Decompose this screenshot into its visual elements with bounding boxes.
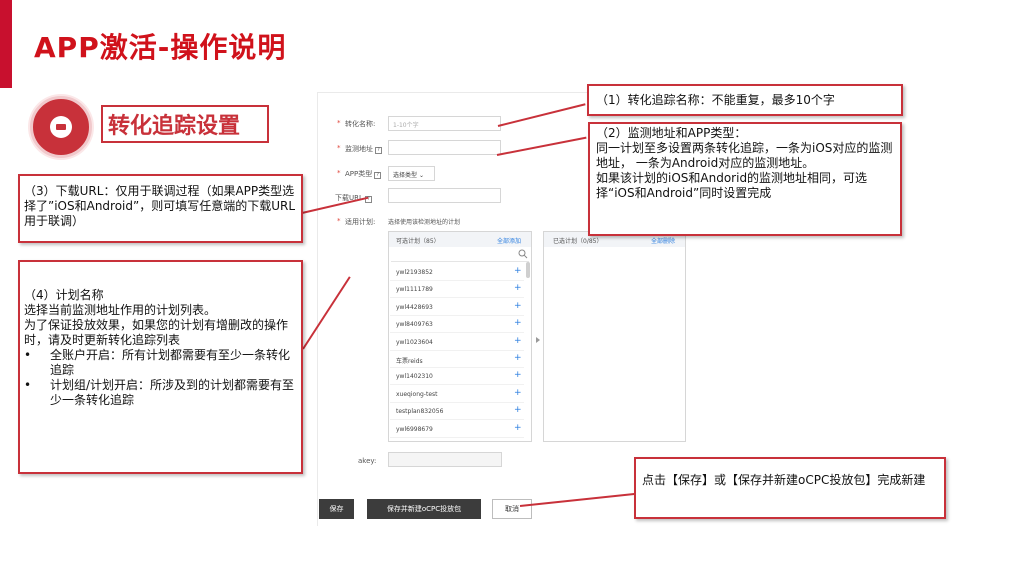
plan-name: ywl1023604 xyxy=(396,338,433,346)
required-mark: * xyxy=(337,119,341,127)
add-plan-icon[interactable]: + xyxy=(514,423,522,433)
plan-name: xueqiong-test xyxy=(396,390,438,398)
required-mark: * xyxy=(337,217,341,225)
plan-name: ywl1111789 xyxy=(396,286,433,294)
plan-row[interactable]: ywl4428693 + xyxy=(390,301,524,316)
plan-row[interactable]: ywl8409763 + xyxy=(390,318,524,334)
transfer-arrow-icon[interactable] xyxy=(536,337,540,343)
plans-label: 适用计划: xyxy=(345,218,376,226)
plan-name: ywl2193852 xyxy=(396,269,433,276)
remove-all-link[interactable]: 全部删除 xyxy=(651,236,675,245)
slide-title: APP激活-操作说明 xyxy=(34,31,287,64)
name-input[interactable]: 1-10个字 xyxy=(388,116,501,131)
plan-row[interactable]: ywl6998679 + xyxy=(390,423,524,438)
akey-input[interactable] xyxy=(388,452,502,467)
download-url-input[interactable] xyxy=(388,188,501,203)
add-plan-icon[interactable]: + xyxy=(514,371,522,380)
add-plan-icon[interactable]: + xyxy=(514,267,522,276)
callout-name-text: （1）转化追踪名称：不能重复，最多10个字 xyxy=(596,93,835,107)
add-plan-icon[interactable]: + xyxy=(514,354,522,363)
akey-label: akey: xyxy=(358,457,377,465)
callout-save-text: 点击【保存】或【保存并新建oCPC投放包】完成新建 xyxy=(642,473,926,487)
callout-plan-name-text: （4）计划名称 选择当前监测地址作用的计划列表。 为了保证投放效果，如果您的计划… xyxy=(24,288,295,407)
add-plan-icon[interactable]: + xyxy=(514,319,522,328)
plan-name: ywl6998679 xyxy=(396,425,433,433)
plan-name: ywl1402310 xyxy=(396,373,433,381)
bullet: • xyxy=(24,378,32,392)
list-scrollbar[interactable] xyxy=(526,262,530,278)
app-type-select[interactable]: 选择类型 ⌄ xyxy=(388,166,435,181)
monitor-url-input[interactable] xyxy=(388,140,501,155)
message-icon xyxy=(30,96,92,158)
add-plan-icon[interactable]: + xyxy=(514,336,522,346)
add-plan-icon[interactable]: + xyxy=(514,284,522,293)
plan-name: ywl4428693 xyxy=(396,303,433,311)
callout-download-url-text: （3）下载URL：仅用于联调过程（如果APP类型选择了”iOS和Android”… xyxy=(24,184,296,228)
plan-name: 车票reids xyxy=(396,358,423,365)
section-title: 转化追踪设置 xyxy=(108,114,241,139)
plan-row[interactable]: xueqiong-test + xyxy=(390,388,524,403)
accent-bar xyxy=(0,0,12,88)
name-label: 转化名称: xyxy=(345,120,376,128)
add-plan-icon[interactable]: + xyxy=(514,388,522,398)
help-icon[interactable]: ? xyxy=(374,172,382,179)
callout-save xyxy=(634,457,946,519)
plan-row[interactable]: 车票reids + xyxy=(390,353,524,368)
plan-row[interactable]: ywl1023604 + xyxy=(390,336,524,351)
plan-row[interactable]: ywl1111789 + xyxy=(390,283,524,299)
search-icon[interactable] xyxy=(518,249,528,259)
plan-row[interactable]: testplan832056 + xyxy=(390,405,524,421)
help-icon[interactable]: ? xyxy=(375,147,382,154)
plan-name: testplan832056 xyxy=(396,408,444,416)
save-and-new-button[interactable]: 保存并新建oCPC投放包 xyxy=(367,499,481,519)
callout-monitor-url-text: （2）监测地址和APP类型： 同一计划至多设置两条转化追踪，一条为iOS对应的监… xyxy=(596,126,893,200)
add-plan-icon[interactable]: + xyxy=(514,406,522,415)
plan-search-input[interactable] xyxy=(391,248,529,262)
bullet: • xyxy=(24,348,32,362)
available-plans-title: 可选计划（85） xyxy=(396,238,440,245)
plan-row[interactable]: ywl2193852 + xyxy=(390,266,524,281)
required-mark: * xyxy=(337,144,341,152)
selected-plans-list xyxy=(543,231,686,442)
monitor-url-label: 监测地址? xyxy=(345,144,382,154)
cancel-button[interactable]: 取消 xyxy=(492,499,532,519)
plan-row[interactable]: ywl1402310 + xyxy=(390,370,524,386)
plan-name: ywl8409763 xyxy=(396,321,433,329)
save-button[interactable]: 保存 xyxy=(319,499,354,519)
selected-plans-title: 已选计划（0/85） xyxy=(553,238,603,245)
add-all-link[interactable]: 全部添加 xyxy=(497,236,521,245)
required-mark: * xyxy=(337,169,341,177)
chevron-down-icon: ⌄ xyxy=(418,172,424,179)
add-plan-icon[interactable]: + xyxy=(514,301,522,311)
app-type-label: APP类型? xyxy=(345,169,382,179)
plans-hint: 选择使用该检测地址的计划 xyxy=(388,219,461,226)
